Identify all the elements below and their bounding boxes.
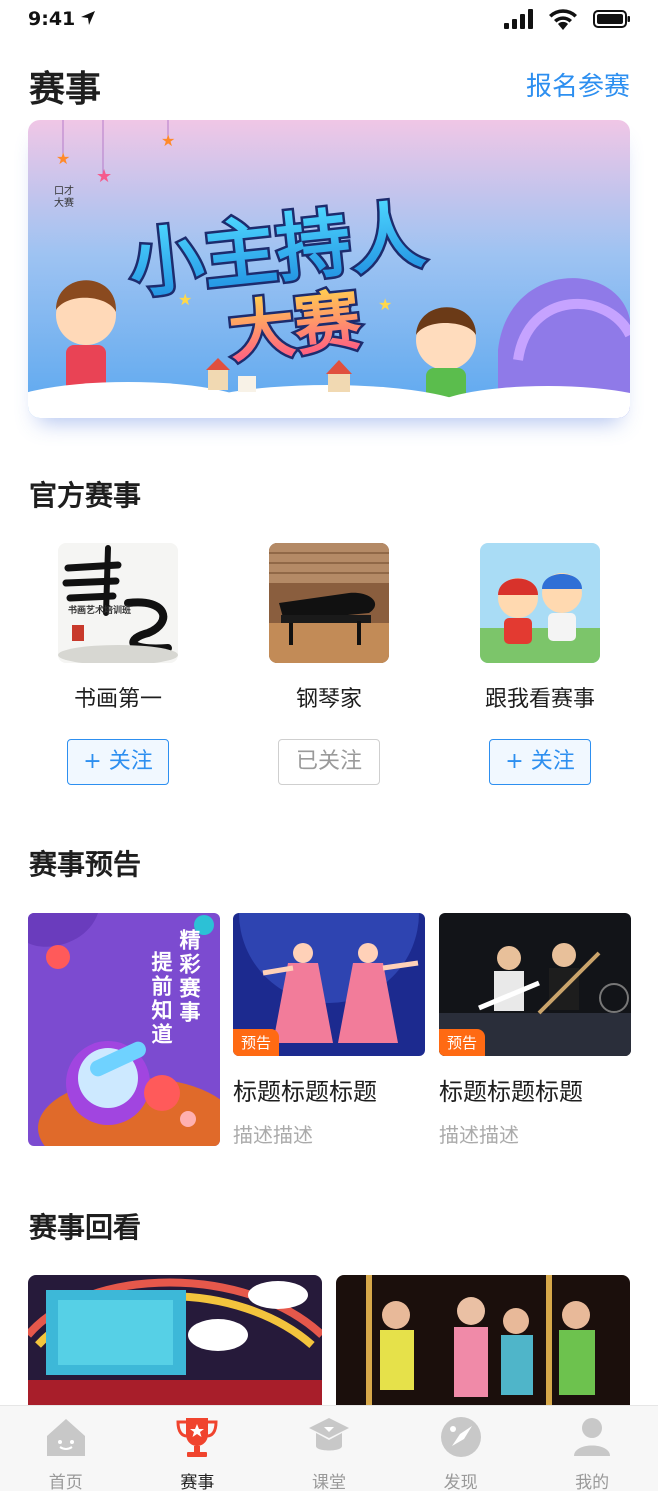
official-item-name: 书画第一 xyxy=(73,687,162,712)
banner-headline-2: 大赛 xyxy=(225,282,365,372)
svg-text:大赛: 大赛 xyxy=(54,196,74,209)
official-item-name: 跟我看赛事 xyxy=(484,687,595,712)
trophy-icon xyxy=(176,1418,218,1457)
official-thumb[interactable]: 书画艺术培训班 xyxy=(58,543,178,663)
battery-icon xyxy=(593,10,630,28)
replay-stage-image-2 xyxy=(336,1275,630,1415)
banner-corner-text: 口才 xyxy=(54,184,74,197)
follow-button[interactable]: + 关注 xyxy=(67,739,169,785)
tab-label: 发现 xyxy=(443,1473,478,1491)
section-title-preview: 赛事预告 xyxy=(29,848,142,881)
tab-events[interactable]: 赛事 xyxy=(132,1406,264,1491)
replay-card[interactable] xyxy=(28,1275,322,1415)
tab-label: 首页 xyxy=(48,1473,83,1491)
cartoon-kids-thumbnail xyxy=(480,543,600,663)
home-icon xyxy=(46,1419,85,1456)
official-item-calligraphy[interactable]: 书画艺术培训班 书画第一 + 关注 xyxy=(33,543,203,785)
profile-icon xyxy=(574,1418,611,1456)
preview-tag: 预告 xyxy=(439,1029,486,1056)
preview-thumbnail[interactable]: 预告 xyxy=(439,913,631,1056)
followed-button[interactable]: 已关注 xyxy=(278,739,380,785)
section-title-official: 官方赛事 xyxy=(29,479,142,512)
discover-icon xyxy=(440,1417,481,1457)
preview-title: 标题标题标题 xyxy=(439,1078,583,1106)
page-title: 赛事 xyxy=(29,69,102,110)
location-arrow-icon xyxy=(81,11,95,25)
section-title-replay: 赛事回看 xyxy=(29,1211,142,1244)
svg-text:★: ★ xyxy=(96,166,112,187)
replay-card[interactable] xyxy=(336,1275,630,1415)
tab-profile[interactable]: 我的 xyxy=(526,1406,658,1491)
svg-text:★: ★ xyxy=(378,295,392,314)
svg-text:★: ★ xyxy=(56,149,70,168)
preview-card[interactable]: 预告 标题标题标题 描述描述 xyxy=(439,913,631,1148)
cellular-signal-icon xyxy=(504,9,533,29)
replay-stage-image-1 xyxy=(28,1275,322,1415)
svg-text:★: ★ xyxy=(161,131,175,150)
tab-label: 课堂 xyxy=(311,1473,346,1491)
tab-bar: 首页 赛事 课堂 发现 我的 xyxy=(0,1405,658,1491)
status-time: 9:41 xyxy=(28,8,76,30)
preview-tag: 预告 xyxy=(233,1029,280,1056)
follow-button[interactable]: + 关注 xyxy=(489,739,591,785)
official-item-watch-events[interactable]: 跟我看赛事 + 关注 xyxy=(455,543,625,785)
classroom-icon xyxy=(308,1418,349,1451)
wifi-icon xyxy=(549,9,577,30)
tab-home[interactable]: 首页 xyxy=(0,1406,132,1491)
tab-label: 赛事 xyxy=(180,1473,215,1491)
preview-desc: 描述描述 xyxy=(439,1123,519,1147)
preview-promo-card[interactable]: 精彩赛事 提前知道 xyxy=(28,913,220,1146)
banner-image: ★ ★ ★ ★ ★ 小主持人 大赛 口才 大赛 xyxy=(28,120,630,418)
status-bar: 9:41 xyxy=(0,0,658,40)
promo-text-line2: 提前知道 xyxy=(149,951,173,1047)
calligraphy-thumbnail: 书画艺术培训班 xyxy=(58,543,178,663)
calligraphy-thumb-text: 书画艺术培训班 xyxy=(68,604,131,616)
tab-discover[interactable]: 发现 xyxy=(395,1406,527,1491)
signup-button[interactable]: 报名参赛 xyxy=(526,66,630,103)
promo-text-line1: 精彩赛事 xyxy=(177,929,201,1025)
official-item-pianist[interactable]: 钢琴家 已关注 xyxy=(244,543,414,785)
preview-title: 标题标题标题 xyxy=(233,1078,377,1106)
preview-desc: 描述描述 xyxy=(233,1123,313,1147)
banner-carousel[interactable]: ★ ★ ★ ★ ★ 小主持人 大赛 口才 大赛 xyxy=(28,120,630,418)
official-thumb[interactable] xyxy=(269,543,389,663)
preview-card[interactable]: 预告 标题标题标题 描述描述 xyxy=(233,913,425,1148)
tab-classroom[interactable]: 课堂 xyxy=(263,1406,395,1491)
preview-thumbnail[interactable]: 预告 xyxy=(233,913,425,1056)
official-thumb[interactable] xyxy=(480,543,600,663)
piano-thumbnail xyxy=(269,543,389,663)
official-item-name: 钢琴家 xyxy=(295,687,362,712)
tab-label: 我的 xyxy=(575,1473,610,1491)
